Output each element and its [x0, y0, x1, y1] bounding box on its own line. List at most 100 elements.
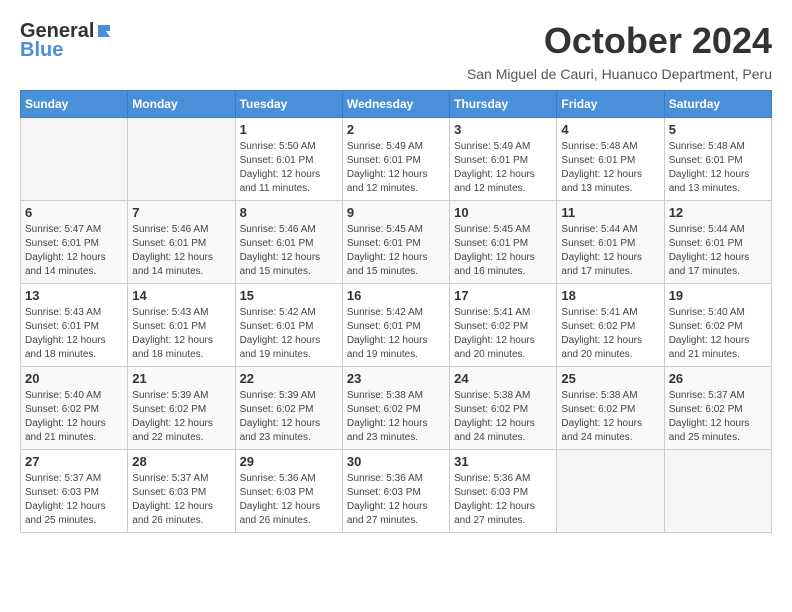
table-row: 22 Sunrise: 5:39 AM Sunset: 6:02 PM Dayli…: [235, 367, 342, 450]
day-info: Sunrise: 5:41 AM Sunset: 6:02 PM Dayligh…: [561, 306, 659, 362]
day-number: 13: [25, 288, 123, 303]
table-row: 21 Sunrise: 5:39 AM Sunset: 6:02 PM Dayli…: [128, 367, 235, 450]
table-row: 9Sunrise: 5:45 AM Sunset: 6:01 PM Daylig…: [342, 201, 449, 284]
day-info: Sunrise: 5:37 AM Sunset: 6:02 PM Dayligh…: [669, 389, 767, 445]
day-number: 28: [132, 454, 230, 469]
day-info: Sunrise: 5:40 AM Sunset: 6:02 PM Dayligh…: [25, 389, 123, 445]
day-number: 5: [669, 122, 767, 137]
table-row: 26 Sunrise: 5:37 AM Sunset: 6:02 PM Dayli…: [664, 367, 771, 450]
calendar-week-row: 13 Sunrise: 5:43 AM Sunset: 6:01 PM Dayli…: [21, 284, 772, 367]
day-number: 1: [240, 122, 338, 137]
day-number: 24: [454, 371, 552, 386]
title-section: October 2024 San Miguel de Cauri, Huanuc…: [467, 20, 772, 82]
day-info: Sunrise: 5:40 AM Sunset: 6:02 PM Dayligh…: [669, 306, 767, 362]
table-row: 24 Sunrise: 5:38 AM Sunset: 6:02 PM Dayli…: [450, 367, 557, 450]
col-monday: Monday: [128, 91, 235, 118]
day-number: 15: [240, 288, 338, 303]
day-info: Sunrise: 5:38 AM Sunset: 6:02 PM Dayligh…: [561, 389, 659, 445]
day-info: Sunrise: 5:46 AM Sunset: 6:01 PM Dayligh…: [132, 223, 230, 279]
day-number: 7: [132, 205, 230, 220]
day-number: 19: [669, 288, 767, 303]
calendar-week-row: 20 Sunrise: 5:40 AM Sunset: 6:02 PM Dayli…: [21, 367, 772, 450]
table-row: 31Sunrise: 5:36 AM Sunset: 6:03 PM Dayli…: [450, 450, 557, 533]
table-row: 3 Sunrise: 5:49 AM Sunset: 6:01 PM Daylig…: [450, 118, 557, 201]
day-info: Sunrise: 5:46 AM Sunset: 6:01 PM Dayligh…: [240, 223, 338, 279]
table-row: 11 Sunrise: 5:44 AM Sunset: 6:01 PM Dayli…: [557, 201, 664, 284]
day-info: Sunrise: 5:48 AM Sunset: 6:01 PM Dayligh…: [669, 140, 767, 196]
day-number: 26: [669, 371, 767, 386]
day-number: 31: [454, 454, 552, 469]
table-row: 10Sunrise: 5:45 AM Sunset: 6:01 PM Dayli…: [450, 201, 557, 284]
day-info: Sunrise: 5:49 AM Sunset: 6:01 PM Dayligh…: [347, 140, 445, 196]
day-info: Sunrise: 5:44 AM Sunset: 6:01 PM Dayligh…: [561, 223, 659, 279]
table-row: 8 Sunrise: 5:46 AM Sunset: 6:01 PM Daylig…: [235, 201, 342, 284]
day-number: 16: [347, 288, 445, 303]
table-row: 6Sunrise: 5:47 AM Sunset: 6:01 PM Daylig…: [21, 201, 128, 284]
col-friday: Friday: [557, 91, 664, 118]
table-row: 4 Sunrise: 5:48 AM Sunset: 6:01 PM Daylig…: [557, 118, 664, 201]
month-title: October 2024: [467, 20, 772, 62]
table-row: 20 Sunrise: 5:40 AM Sunset: 6:02 PM Dayli…: [21, 367, 128, 450]
day-info: Sunrise: 5:38 AM Sunset: 6:02 PM Dayligh…: [454, 389, 552, 445]
day-info: Sunrise: 5:50 AM Sunset: 6:01 PM Dayligh…: [240, 140, 338, 196]
day-number: 2: [347, 122, 445, 137]
day-number: 20: [25, 371, 123, 386]
table-row: 13 Sunrise: 5:43 AM Sunset: 6:01 PM Dayli…: [21, 284, 128, 367]
logo-blue: Blue: [20, 39, 63, 62]
day-info: Sunrise: 5:39 AM Sunset: 6:02 PM Dayligh…: [240, 389, 338, 445]
day-number: 25: [561, 371, 659, 386]
day-number: 18: [561, 288, 659, 303]
table-row: 1 Sunrise: 5:50 AM Sunset: 6:01 PM Daylig…: [235, 118, 342, 201]
page-header: General Blue October 2024 San Miguel de …: [20, 20, 772, 82]
col-tuesday: Tuesday: [235, 91, 342, 118]
calendar-week-row: 6Sunrise: 5:47 AM Sunset: 6:01 PM Daylig…: [21, 201, 772, 284]
table-row: 15 Sunrise: 5:42 AM Sunset: 6:01 PM Dayli…: [235, 284, 342, 367]
day-info: Sunrise: 5:41 AM Sunset: 6:02 PM Dayligh…: [454, 306, 552, 362]
day-info: Sunrise: 5:44 AM Sunset: 6:01 PM Dayligh…: [669, 223, 767, 279]
table-row: 29 Sunrise: 5:36 AM Sunset: 6:03 PM Dayli…: [235, 450, 342, 533]
table-row: 19 Sunrise: 5:40 AM Sunset: 6:02 PM Dayli…: [664, 284, 771, 367]
day-info: Sunrise: 5:49 AM Sunset: 6:01 PM Dayligh…: [454, 140, 552, 196]
day-info: Sunrise: 5:43 AM Sunset: 6:01 PM Dayligh…: [25, 306, 123, 362]
logo-arrow-icon: [96, 21, 112, 42]
table-row: 5 Sunrise: 5:48 AM Sunset: 6:01 PM Daylig…: [664, 118, 771, 201]
day-info: Sunrise: 5:48 AM Sunset: 6:01 PM Dayligh…: [561, 140, 659, 196]
day-number: 4: [561, 122, 659, 137]
day-info: Sunrise: 5:45 AM Sunset: 6:01 PM Dayligh…: [347, 223, 445, 279]
calendar-week-row: 1 Sunrise: 5:50 AM Sunset: 6:01 PM Daylig…: [21, 118, 772, 201]
col-sunday: Sunday: [21, 91, 128, 118]
table-row: [21, 118, 128, 201]
day-number: 30: [347, 454, 445, 469]
table-row: 2 Sunrise: 5:49 AM Sunset: 6:01 PM Daylig…: [342, 118, 449, 201]
table-row: [664, 450, 771, 533]
day-info: Sunrise: 5:37 AM Sunset: 6:03 PM Dayligh…: [132, 472, 230, 528]
day-info: Sunrise: 5:39 AM Sunset: 6:02 PM Dayligh…: [132, 389, 230, 445]
day-number: 11: [561, 205, 659, 220]
day-number: 22: [240, 371, 338, 386]
table-row: 16 Sunrise: 5:42 AM Sunset: 6:01 PM Dayli…: [342, 284, 449, 367]
day-info: Sunrise: 5:43 AM Sunset: 6:01 PM Dayligh…: [132, 306, 230, 362]
calendar-table: Sunday Monday Tuesday Wednesday Thursday…: [20, 90, 772, 533]
day-number: 23: [347, 371, 445, 386]
day-number: 8: [240, 205, 338, 220]
day-number: 12: [669, 205, 767, 220]
table-row: 7 Sunrise: 5:46 AM Sunset: 6:01 PM Daylig…: [128, 201, 235, 284]
day-info: Sunrise: 5:42 AM Sunset: 6:01 PM Dayligh…: [347, 306, 445, 362]
day-number: 14: [132, 288, 230, 303]
table-row: [128, 118, 235, 201]
col-thursday: Thursday: [450, 91, 557, 118]
day-number: 29: [240, 454, 338, 469]
day-info: Sunrise: 5:36 AM Sunset: 6:03 PM Dayligh…: [240, 472, 338, 528]
col-saturday: Saturday: [664, 91, 771, 118]
day-number: 3: [454, 122, 552, 137]
day-info: Sunrise: 5:42 AM Sunset: 6:01 PM Dayligh…: [240, 306, 338, 362]
day-number: 21: [132, 371, 230, 386]
day-info: Sunrise: 5:37 AM Sunset: 6:03 PM Dayligh…: [25, 472, 123, 528]
logo: General Blue: [20, 20, 114, 62]
table-row: 30Sunrise: 5:36 AM Sunset: 6:03 PM Dayli…: [342, 450, 449, 533]
calendar-header-row: Sunday Monday Tuesday Wednesday Thursday…: [21, 91, 772, 118]
day-info: Sunrise: 5:47 AM Sunset: 6:01 PM Dayligh…: [25, 223, 123, 279]
table-row: 28 Sunrise: 5:37 AM Sunset: 6:03 PM Dayli…: [128, 450, 235, 533]
day-number: 17: [454, 288, 552, 303]
location: San Miguel de Cauri, Huanuco Department,…: [467, 66, 772, 82]
